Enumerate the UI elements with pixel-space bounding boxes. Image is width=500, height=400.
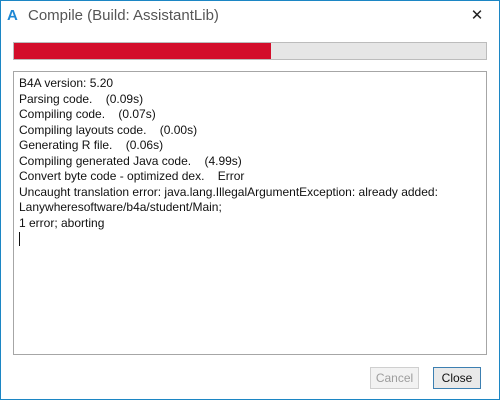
title-bar[interactable]: A Compile (Build: AssistantLib) ✕ <box>1 1 499 32</box>
compile-progress-bar <box>13 42 487 60</box>
log-line: Compiling generated Java code. (4.99s) <box>19 153 242 168</box>
log-line: Uncaught translation error: java.lang.Il… <box>19 184 438 199</box>
window-title: Compile (Build: AssistantLib) <box>28 7 219 24</box>
b4a-app-icon: A <box>7 7 18 24</box>
cancel-button[interactable]: Cancel <box>370 367 419 389</box>
log-line: Lanywheresoftware/b4a/student/Main; <box>19 200 222 214</box>
log-line: Generating R file. (0.06s) <box>19 138 164 152</box>
log-line: Compiling code. (0.07s) <box>19 107 156 121</box>
log-line: Parsing code. (0.09s) <box>19 91 144 106</box>
close-button[interactable]: Close <box>433 367 481 389</box>
text-caret-line <box>19 231 481 247</box>
log-line: Compiling layouts code. (0.00s) <box>19 122 198 137</box>
log-line: B4A version: 5.20 <box>19 76 114 90</box>
close-icon[interactable]: ✕ <box>463 5 491 27</box>
compile-dialog: A Compile (Build: AssistantLib) ✕ B4A ve… <box>0 0 500 400</box>
progress-fill <box>14 43 272 59</box>
compile-log-textarea[interactable]: B4A version: 5.20 Parsing code. (0.09s) … <box>13 71 487 355</box>
log-line: 1 error; aborting <box>19 215 105 230</box>
log-line: Convert byte code - optimized dex. Error <box>19 169 245 183</box>
text-caret <box>19 231 20 246</box>
